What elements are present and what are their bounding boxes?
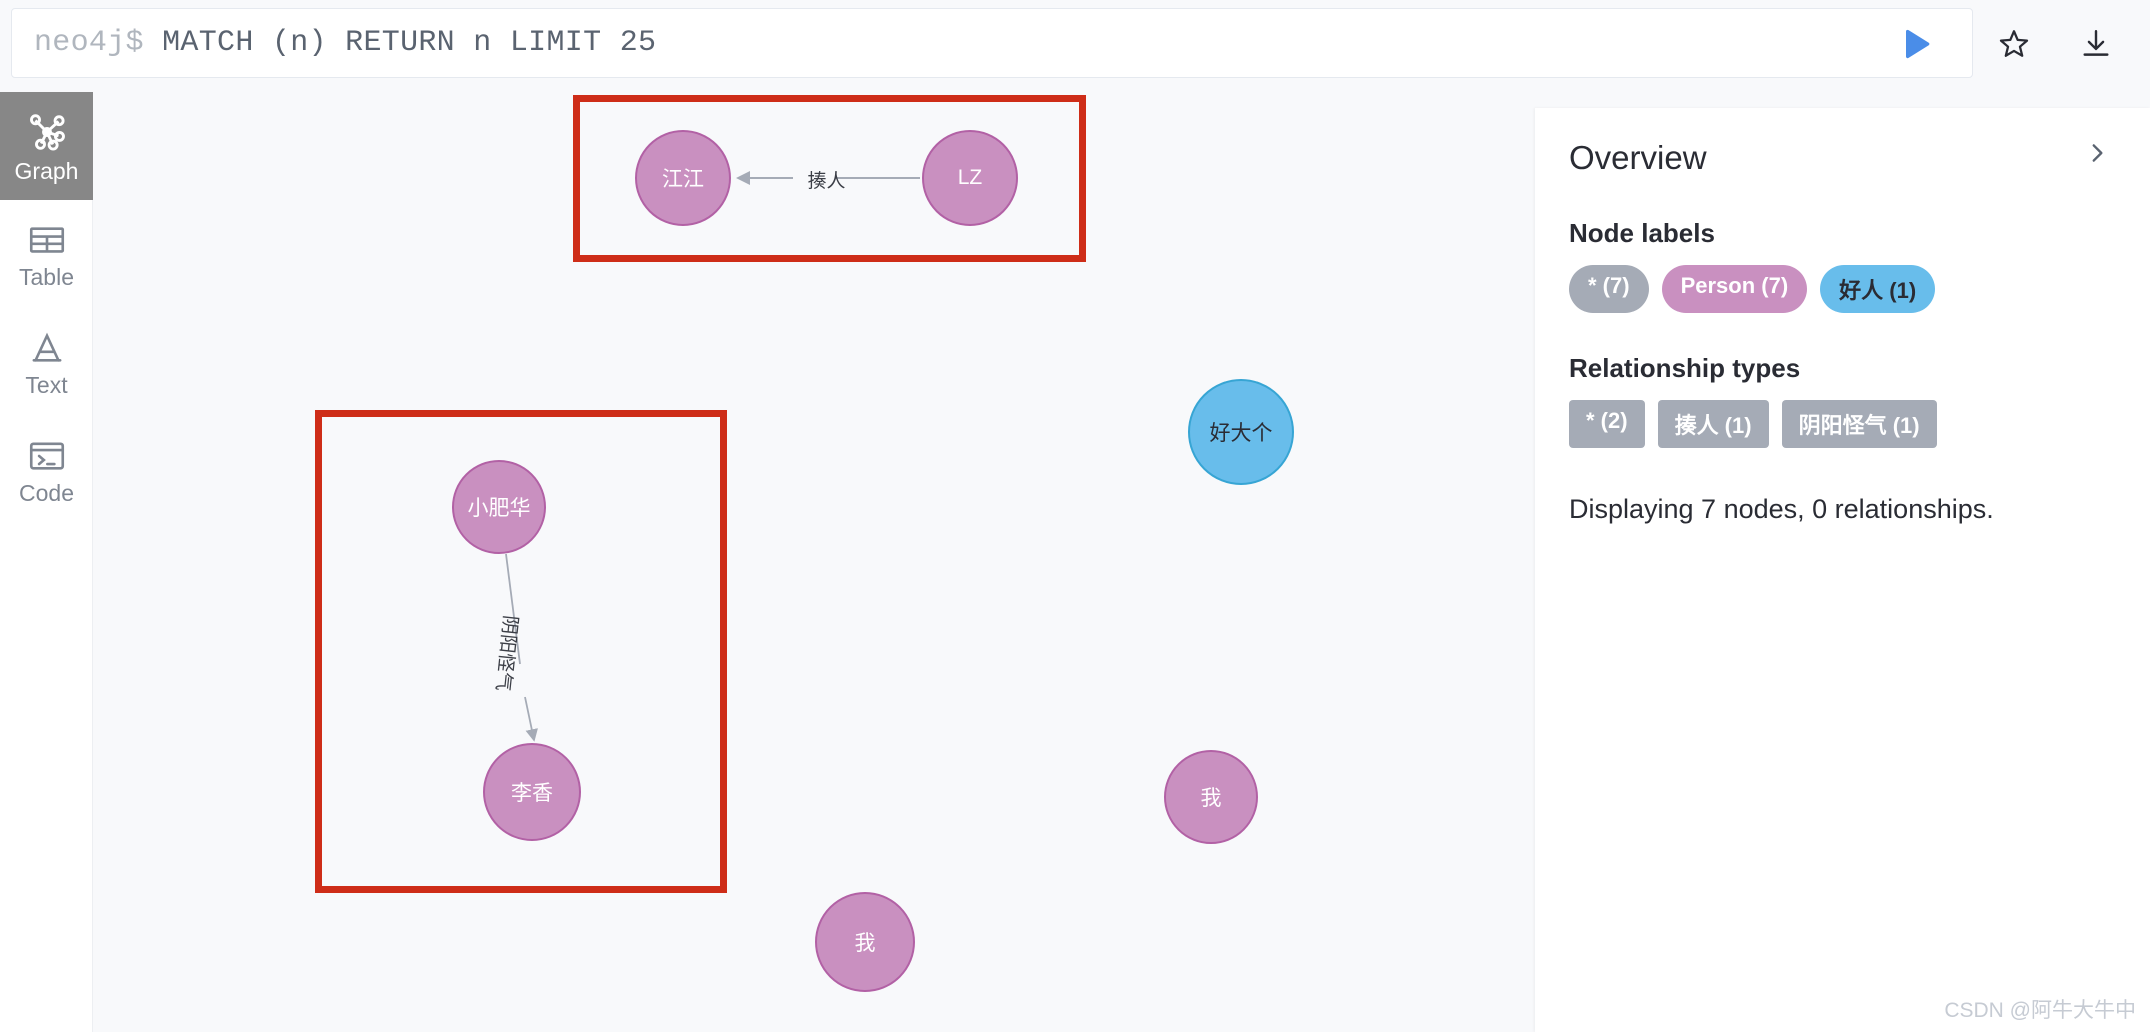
overview-panel: Overview Node labels * (7) Person (7) 好人… <box>1535 108 2150 1032</box>
sidebar-item-label: Table <box>19 264 74 290</box>
graph-node[interactable]: 好大个 <box>1188 379 1294 485</box>
graph-node[interactable]: 江江 <box>635 130 731 226</box>
code-icon <box>29 442 64 470</box>
favorite-button[interactable] <box>1990 20 2038 68</box>
displaying-status: Displaying 7 nodes, 0 relationships. <box>1569 493 1994 524</box>
relationship-types-heading: Relationship types <box>1569 352 1801 383</box>
query-input[interactable]: neo4j$ MATCH (n) RETURN n LIMIT 25 <box>11 8 1973 78</box>
table-icon <box>29 227 64 253</box>
graph-node-label: LZ <box>957 166 983 189</box>
run-query-button[interactable] <box>1890 18 1942 70</box>
watermark: CSDN @阿牛大牛中 <box>1944 999 2136 1022</box>
text-icon <box>32 332 61 362</box>
sidebar-item-text[interactable]: Text <box>0 308 93 416</box>
graph-node-label: 我 <box>854 932 876 955</box>
graph-node[interactable]: 我 <box>1164 750 1258 844</box>
relationship-types-list: * (2) 揍人 (1) 阴阳怪气 (1) <box>1569 399 2116 448</box>
graph-node-label: 江江 <box>662 168 704 191</box>
download-icon <box>2083 30 2109 56</box>
collapse-panel-button[interactable] <box>2078 138 2116 173</box>
query-prompt: neo4j$ <box>34 26 163 60</box>
graph-node[interactable]: 李香 <box>483 743 581 841</box>
relationship-type-pill[interactable]: 揍人 (1) <box>1657 399 1769 448</box>
sidebar-item-code[interactable]: Code <box>0 416 93 524</box>
panel-header: Overview <box>1569 138 2116 178</box>
download-button[interactable] <box>2072 20 2120 68</box>
graph-node[interactable]: 我 <box>815 892 915 992</box>
query-value: MATCH (n) RETURN n LIMIT 25 <box>162 26 657 60</box>
graph-node-label: 李香 <box>511 782 553 805</box>
sidebar-item-label: Text <box>25 372 68 398</box>
star-icon <box>1999 30 2029 57</box>
graph-node-label: 好大个 <box>1209 422 1273 445</box>
graph-node[interactable]: LZ <box>922 130 1018 226</box>
node-labels-list: * (7) Person (7) 好人 (1) <box>1569 264 2116 313</box>
play-icon <box>1906 29 1930 59</box>
sidebar-item-graph[interactable]: Graph <box>0 92 93 200</box>
sidebar-item-label: Graph <box>14 158 79 184</box>
editor-bar: neo4j$ MATCH (n) RETURN n LIMIT 25 <box>0 0 2150 86</box>
chevron-right-icon <box>2092 144 2103 162</box>
node-label-pill[interactable]: Person (7) <box>1661 264 1808 313</box>
sidebar-item-table[interactable]: Table <box>0 200 93 308</box>
graph-node-label: 我 <box>1200 787 1222 810</box>
left-sidebar: Graph Table Text Code <box>0 92 93 1032</box>
node-labels-heading: Node labels <box>1569 217 1715 248</box>
graph-icon <box>29 114 65 151</box>
sidebar-item-label: Code <box>19 480 74 506</box>
relationship-type-pill[interactable]: 阴阳怪气 (1) <box>1781 399 1937 448</box>
graph-node[interactable]: 小肥华 <box>452 460 546 554</box>
node-label-pill[interactable]: 好人 (1) <box>1820 264 1936 313</box>
panel-title: Overview <box>1569 139 1707 176</box>
relationship-type-pill[interactable]: * (2) <box>1569 399 1645 448</box>
graph-node-label: 小肥华 <box>467 497 531 520</box>
query-text: neo4j$ MATCH (n) RETURN n LIMIT 25 <box>12 26 656 60</box>
node-label-pill[interactable]: * (7) <box>1569 264 1649 313</box>
